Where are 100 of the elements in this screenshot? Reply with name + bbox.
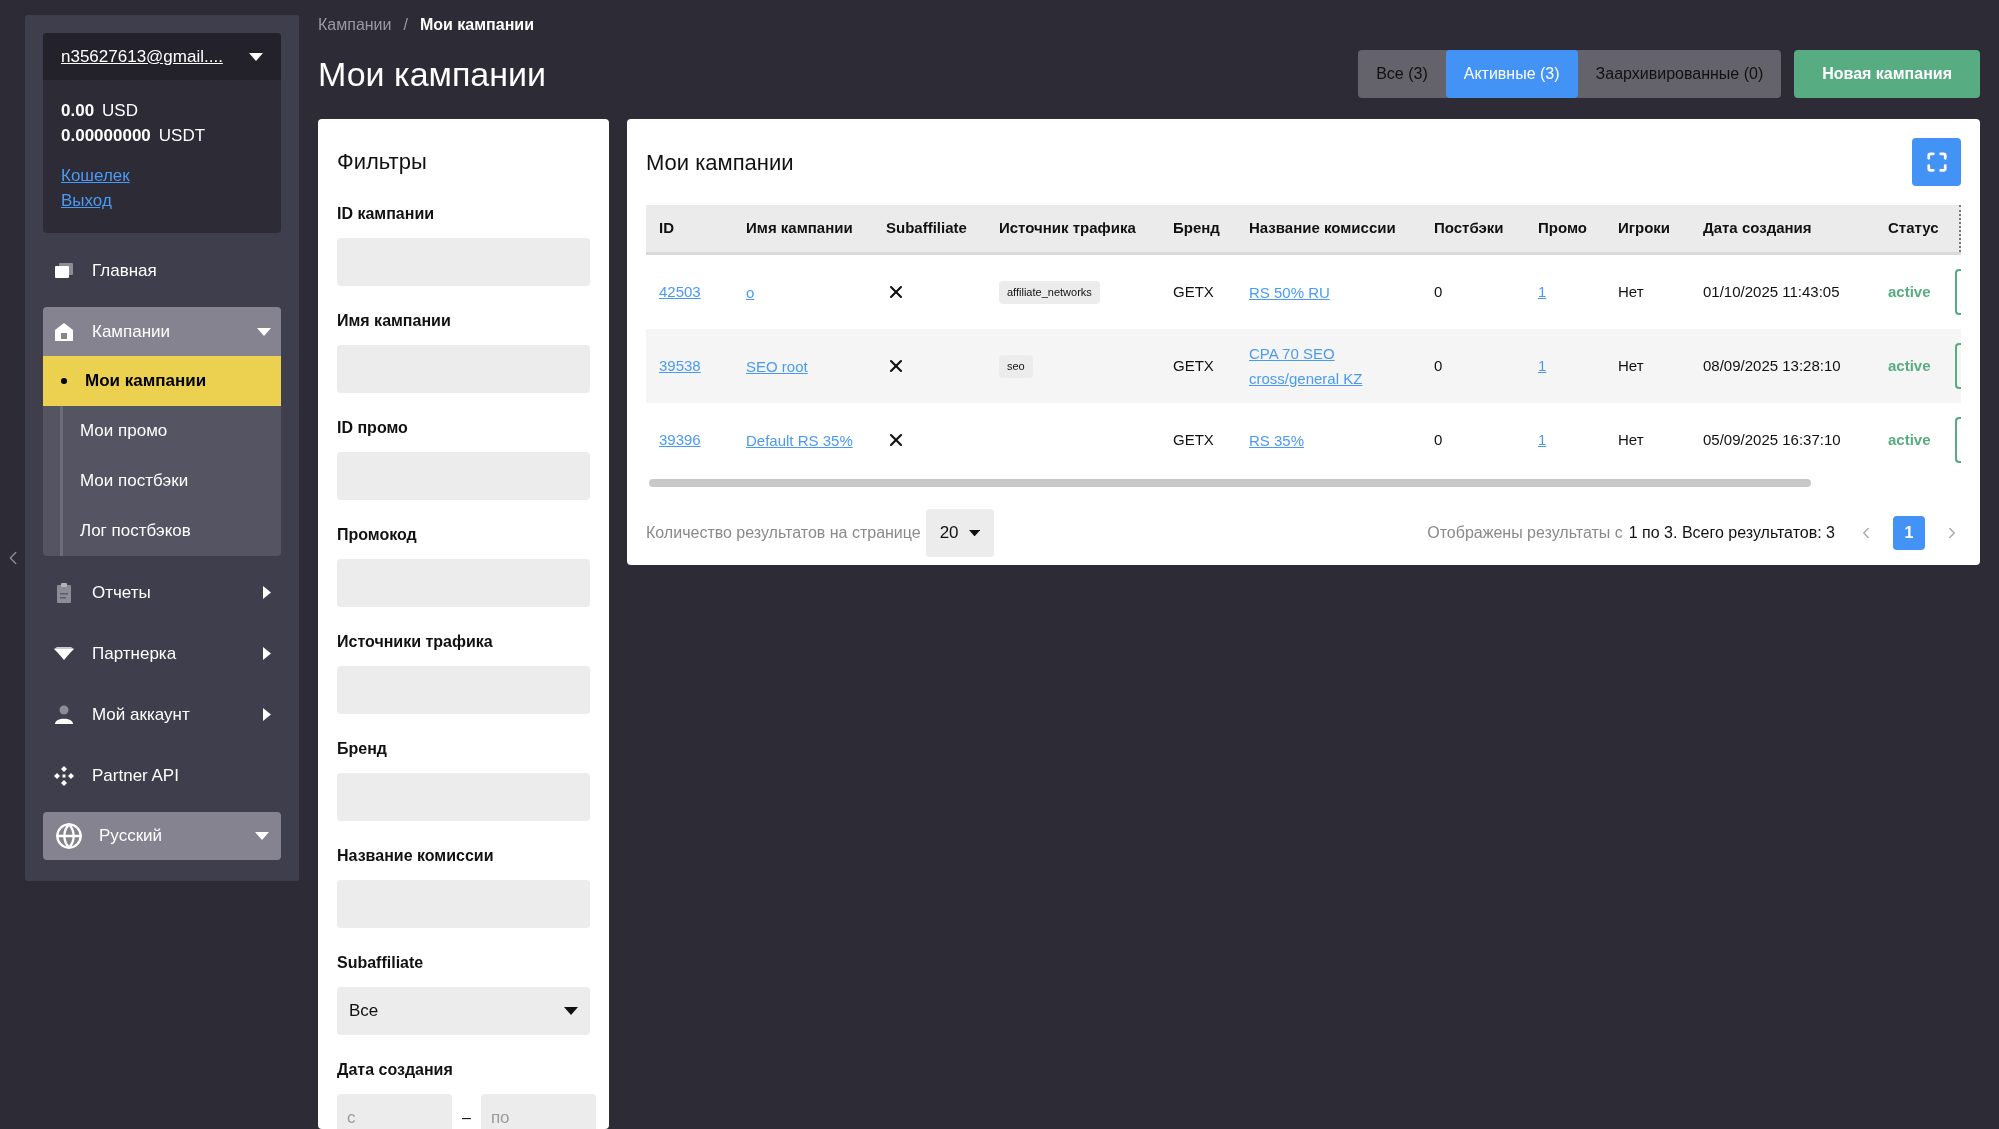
nav-subitem[interactable]: Мои постбэки [60, 456, 278, 506]
table-cell-text: GETX [1172, 281, 1215, 302]
table-cell-text: 05/09/2025 16:37:10 [1702, 429, 1842, 450]
row-action-button[interactable] [1955, 269, 1961, 315]
caret-icon [255, 832, 269, 840]
column-header: Постбэки [1433, 218, 1505, 239]
table-cell-text: 0 [1433, 281, 1444, 302]
per-page-select[interactable]: 20 [925, 509, 994, 557]
table-cell-text: Нет [1617, 281, 1645, 302]
nav-label: Главная [92, 259, 158, 282]
page-button[interactable]: 1 [1893, 516, 1925, 550]
campaign-name-link[interactable]: SEO root [746, 353, 808, 379]
nav-label: Отчеты [92, 581, 152, 604]
table-cell-text: 01/10/2025 11:43:05 [1702, 281, 1841, 302]
language-select[interactable]: Русский [43, 812, 281, 860]
nav-subitem[interactable]: Мои кампании [43, 356, 281, 406]
filter-label: ID промо [337, 418, 409, 438]
breadcrumb-link[interactable]: Кампании [318, 13, 392, 37]
promo-link[interactable]: 1 [1538, 280, 1547, 304]
date-to-field[interactable]: по [480, 1094, 596, 1129]
nav-item[interactable]: Отчеты [43, 562, 281, 623]
campaign-id-link[interactable]: 42503 [659, 280, 701, 304]
select-field[interactable]: Все [337, 987, 590, 1035]
campaign-name-link[interactable]: Default RS 35% [746, 427, 853, 453]
bullet-icon [61, 378, 67, 384]
nav-item[interactable]: Главная [43, 240, 281, 301]
house-icon [53, 320, 75, 343]
nav-subitem[interactable]: Лог постбэков [60, 506, 278, 556]
table-cell-text: 08/09/2025 13:28:10 [1702, 355, 1842, 376]
status-text: active [1887, 355, 1932, 376]
table-cell-text: Нет [1617, 429, 1645, 450]
campaign-id-link[interactable]: 39396 [659, 428, 701, 452]
nav-label: Партнерка [92, 642, 178, 665]
commission-link[interactable]: RS 50% RU [1249, 279, 1330, 305]
currency-label: USD [102, 100, 138, 122]
user-icon [53, 703, 75, 726]
nav-label: Partner API [92, 764, 180, 787]
filter-tab[interactable]: Все (3) [1358, 50, 1446, 98]
filter-label: Название комиссии [337, 846, 495, 866]
caret-icon [564, 1007, 578, 1015]
campaign-name-link[interactable]: o [746, 279, 755, 305]
filter-label: Дата создания [337, 1060, 454, 1080]
filter-label: Имя кампании [337, 311, 452, 331]
column-header: Источник трафика [998, 218, 1137, 239]
promo-link[interactable]: 1 [1538, 428, 1547, 452]
results-range: 1 по 3. Всего результатов: 3 [1628, 523, 1835, 543]
filter-label: Промокод [337, 525, 418, 545]
filter-tab[interactable]: Заархивированные (0) [1577, 50, 1782, 98]
caret-icon [257, 327, 271, 336]
account-dropdown[interactable]: n35627613@gmail.... [43, 33, 281, 80]
account-link[interactable]: Выход [61, 188, 112, 213]
nav-group-header[interactable]: Кампании [43, 307, 281, 356]
column-header: Subaffiliate [885, 218, 968, 239]
card-title: Мои кампании [646, 148, 794, 177]
fullscreen-button[interactable] [1912, 138, 1961, 186]
table-cell-text: GETX [1172, 355, 1215, 376]
row-action-button[interactable] [1955, 417, 1961, 463]
status-text: active [1887, 429, 1932, 450]
new-campaign-button[interactable]: Новая кампания [1794, 50, 1980, 98]
caret-icon [263, 586, 271, 599]
table-cell-text: 0 [1433, 355, 1444, 376]
filters-title: Фильтры [337, 148, 428, 176]
source-tag: seo [999, 355, 1033, 378]
balance-amount: 0.00000000 [61, 125, 151, 147]
column-header: Бренд [1172, 218, 1221, 239]
filter-label: Источники трафика [337, 632, 494, 652]
row-action-button[interactable] [1955, 343, 1961, 389]
commission-link[interactable]: CPA 70 SEO cross/general KZ [1249, 341, 1408, 391]
caret-icon [263, 647, 271, 660]
globe-icon [55, 822, 83, 850]
commission-link[interactable]: RS 35% [1249, 427, 1305, 453]
column-header: Дата создания [1702, 218, 1813, 239]
nav-subitem[interactable]: Мои промо [60, 406, 278, 456]
fullscreen-icon [1925, 151, 1948, 173]
account-email: n35627613@gmail.... [61, 45, 223, 68]
column-header: Игроки [1617, 218, 1672, 239]
column-header: Название комиссии [1248, 218, 1397, 239]
date-from-field[interactable]: с [337, 1094, 452, 1129]
column-header: Статус [1887, 218, 1940, 239]
campaign-id-link[interactable]: 39538 [659, 354, 701, 378]
breadcrumb-current: Мои кампании [419, 15, 534, 35]
per-page-label: Количество результатов на странице [646, 523, 921, 543]
nav-item[interactable]: Partner API [43, 745, 281, 806]
nav-item[interactable]: Мой аккаунт [43, 684, 281, 745]
currency-label: USDT [158, 125, 206, 147]
results-text: Отображены результаты с [1427, 523, 1623, 543]
column-header: Имя кампании [745, 218, 854, 239]
account-link[interactable]: Кошелек [61, 163, 130, 188]
table-cell-text: GETX [1172, 429, 1215, 450]
filter-label: Subaffiliate [337, 953, 425, 973]
filter-tab[interactable]: Активные (3) [1445, 50, 1578, 98]
balance-amount: 0.00 [61, 100, 95, 122]
nav-label: Мой аккаунт [92, 703, 191, 726]
table-cell-text: Нет [1617, 355, 1645, 376]
caret-icon [263, 708, 271, 721]
nav-item[interactable]: Партнерка [43, 623, 281, 684]
promo-link[interactable]: 1 [1538, 354, 1547, 378]
breadcrumb-separator: / [403, 15, 408, 35]
filter-label: Бренд [337, 739, 388, 759]
nav-label: Кампании [92, 320, 172, 343]
